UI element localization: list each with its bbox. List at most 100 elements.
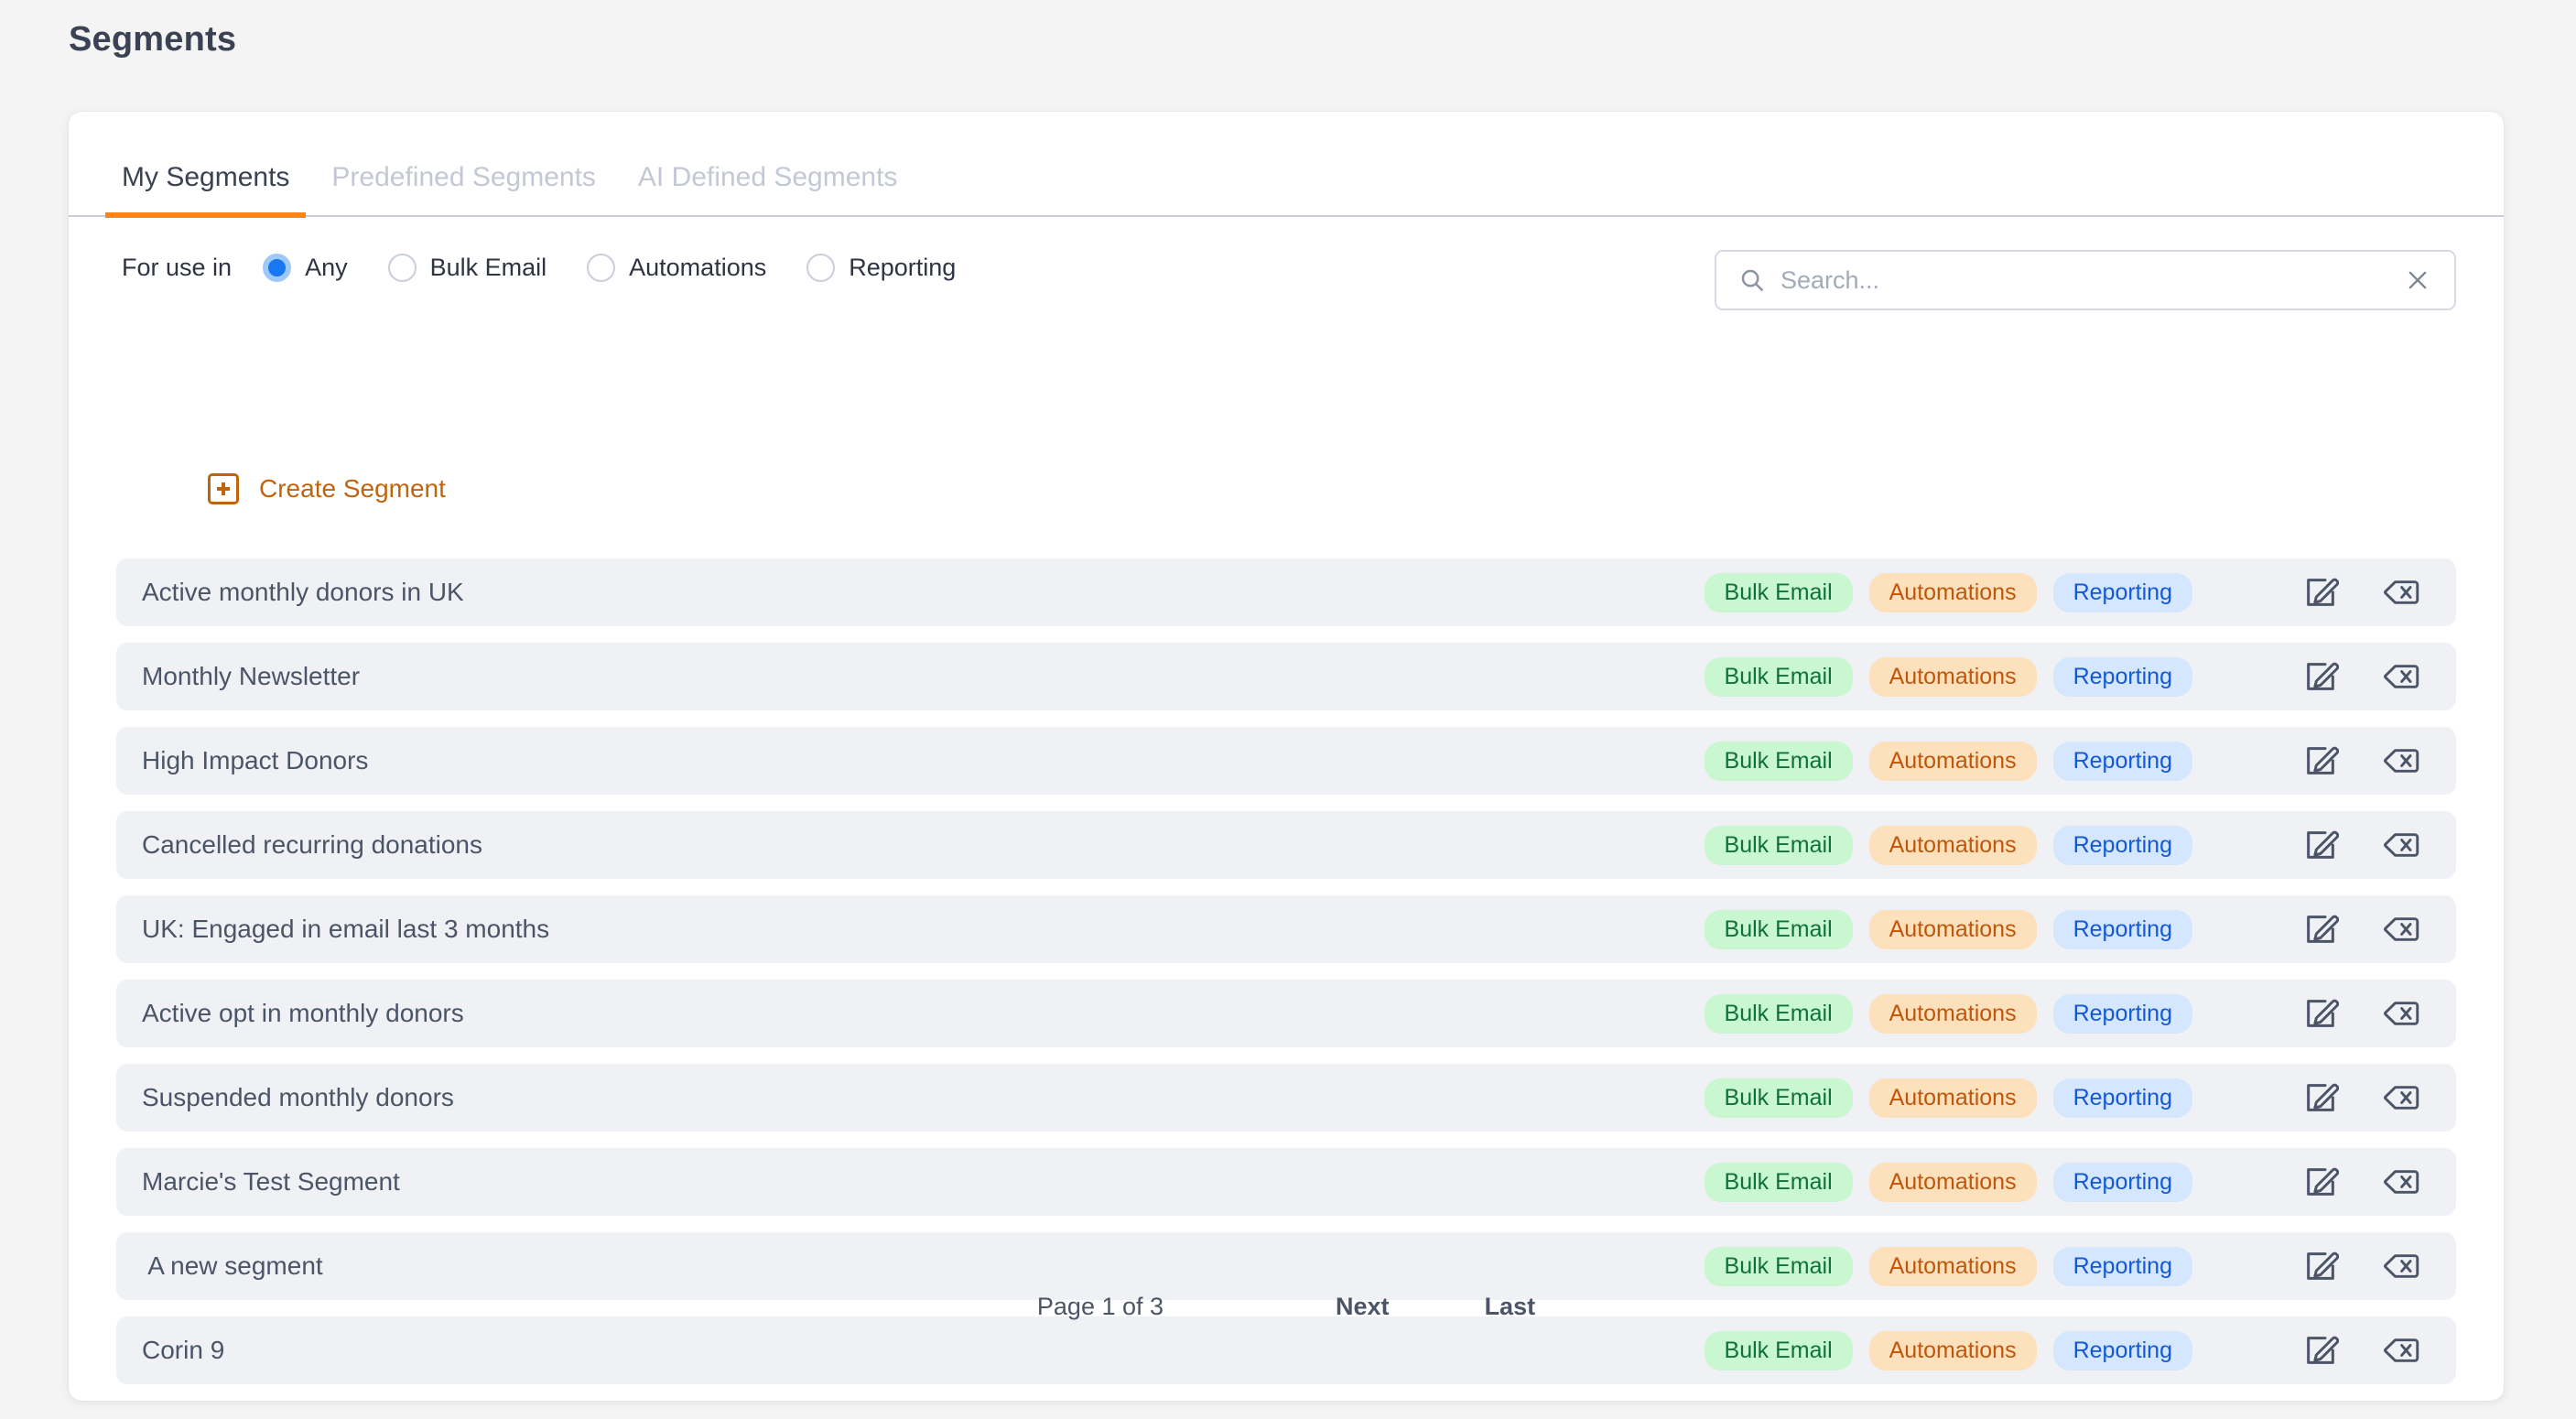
segment-tag-group: Bulk Email Automations Reporting [1705, 1247, 2209, 1286]
segment-name: Active monthly donors in UK [142, 578, 1705, 607]
table-row[interactable]: Corin 9Bulk Email Automations Reporting [116, 1316, 2456, 1384]
backspace-delete-icon[interactable] [2377, 653, 2425, 700]
create-segment-button[interactable]: Create Segment [208, 473, 446, 504]
radio-dot-icon [388, 254, 417, 282]
tag-bulk-email: Bulk Email [1705, 910, 1853, 949]
tag-reporting: Reporting [2053, 910, 2192, 949]
tag-reporting: Reporting [2053, 742, 2192, 781]
edit-pencil-icon[interactable] [2297, 653, 2344, 700]
segment-name: Suspended monthly donors [142, 1083, 1705, 1112]
table-row[interactable]: UK: Engaged in email last 3 monthsBulk E… [116, 895, 2456, 963]
radio-dot-icon [806, 254, 835, 282]
pagination-next-button[interactable]: Next [1336, 1293, 1390, 1321]
radio-option-automations-label: Automations [629, 254, 766, 282]
plus-square-icon [208, 473, 239, 504]
tag-reporting: Reporting [2053, 657, 2192, 697]
backspace-delete-icon[interactable] [2377, 737, 2425, 785]
tag-bulk-email: Bulk Email [1705, 1163, 1853, 1202]
row-actions [2264, 653, 2425, 700]
segment-name: A new segment [142, 1251, 1705, 1281]
for-use-in-radio-group: Any Bulk Email Automations Reporting [263, 254, 996, 282]
backspace-delete-icon[interactable] [2377, 1074, 2425, 1121]
table-row[interactable]: Cancelled recurring donationsBulk EmailA… [116, 811, 2456, 879]
tag-automations: Automations [1869, 1247, 2037, 1286]
tab-bar: My Segments Predefined Segments AI Defin… [69, 112, 2504, 217]
segment-tag-group: Bulk Email Automations Reporting [1705, 1078, 2209, 1118]
edit-pencil-icon[interactable] [2297, 990, 2344, 1037]
tag-bulk-email: Bulk Email [1705, 994, 1853, 1034]
table-row[interactable]: Marcie's Test SegmentBulk EmailAutomatio… [116, 1148, 2456, 1216]
radio-dot-icon [263, 254, 291, 282]
tag-automations: Automations [1869, 1331, 2037, 1370]
tag-reporting: Reporting [2053, 1331, 2192, 1370]
radio-option-automations[interactable]: Automations [587, 254, 766, 282]
radio-option-reporting-label: Reporting [849, 254, 956, 282]
segments-list: Active monthly donors in UK Bulk Email Aut… [116, 558, 2456, 1401]
tag-reporting: Reporting [2053, 1247, 2192, 1286]
segment-name: High Impact Donors [142, 746, 1705, 775]
pagination-last-button[interactable]: Last [1485, 1293, 1536, 1321]
edit-pencil-icon[interactable] [2297, 821, 2344, 869]
tag-automations: Automations [1869, 910, 2037, 949]
segment-name: Cancelled recurring donations [142, 830, 1705, 860]
edit-pencil-icon[interactable] [2297, 905, 2344, 953]
search-input[interactable] [1780, 266, 2405, 295]
tag-bulk-email: Bulk Email [1705, 657, 1853, 697]
tag-bulk-email: Bulk Email [1705, 1247, 1853, 1286]
segments-card: My Segments Predefined Segments AI Defin… [69, 112, 2504, 1401]
segment-tag-group: Bulk EmailAutomationsReporting [1705, 657, 2209, 697]
tag-automations: Automations [1869, 573, 2037, 612]
row-actions [2264, 905, 2425, 953]
radio-option-any-label: Any [305, 254, 348, 282]
tab-my-segments-label: My Segments [122, 162, 289, 192]
radio-option-bulk-email-label: Bulk Email [430, 254, 547, 282]
tag-bulk-email: Bulk Email [1705, 1331, 1853, 1370]
row-actions [2264, 569, 2425, 616]
tag-bulk-email: Bulk Email [1705, 1078, 1853, 1118]
segment-tag-group: Bulk EmailAutomationsReporting [1705, 826, 2209, 865]
search-box[interactable] [1715, 250, 2456, 310]
row-actions [2264, 990, 2425, 1037]
page-info: Page 1 of 3 [1037, 1293, 1164, 1321]
backspace-delete-icon[interactable] [2377, 905, 2425, 953]
backspace-delete-icon[interactable] [2377, 1327, 2425, 1374]
edit-pencil-icon[interactable] [2297, 1158, 2344, 1206]
segments-page: Segments My Segments Predefined Segments… [0, 0, 2576, 1419]
backspace-delete-icon[interactable] [2377, 1158, 2425, 1206]
tag-reporting: Reporting [2053, 1163, 2192, 1202]
table-row[interactable]: Monthly NewsletterBulk EmailAutomationsR… [116, 643, 2456, 710]
backspace-delete-icon[interactable] [2377, 821, 2425, 869]
segment-name: Corin 9 [142, 1336, 1705, 1365]
radio-option-bulk-email[interactable]: Bulk Email [388, 254, 547, 282]
create-segment-label: Create Segment [259, 474, 446, 504]
table-row[interactable]: High Impact DonorsBulk EmailAutomationsR… [116, 727, 2456, 795]
edit-pencil-icon[interactable] [2297, 1327, 2344, 1374]
row-actions [2264, 821, 2425, 869]
tab-predefined-segments-label: Predefined Segments [331, 162, 596, 192]
segment-tag-group: Bulk EmailAutomationsReporting [1705, 994, 2209, 1034]
edit-pencil-icon[interactable] [2297, 1242, 2344, 1290]
segment-tag-group: Bulk EmailAutomationsReporting [1705, 573, 2209, 612]
search-icon [1738, 266, 1766, 294]
tab-ai-defined-segments[interactable]: AI Defined Segments [622, 162, 915, 215]
segment-tag-group: Bulk Email Automations Reporting [1705, 1331, 2209, 1370]
tag-automations: Automations [1869, 1078, 2037, 1118]
row-actions [2264, 737, 2425, 785]
filter-row: For use in Any Bulk Email Automations Re… [69, 217, 2504, 318]
tab-my-segments[interactable]: My Segments [105, 162, 306, 215]
edit-pencil-icon[interactable] [2297, 1074, 2344, 1121]
close-icon[interactable] [2405, 267, 2430, 293]
edit-pencil-icon[interactable] [2297, 737, 2344, 785]
edit-pencil-icon[interactable] [2297, 569, 2344, 616]
table-row[interactable]: Suspended monthly donorsBulk Email Automa… [116, 1064, 2456, 1132]
backspace-delete-icon[interactable] [2377, 569, 2425, 616]
table-row[interactable]: Active opt in monthly donorsBulk EmailAu… [116, 980, 2456, 1047]
tab-predefined-segments[interactable]: Predefined Segments [315, 162, 612, 215]
backspace-delete-icon[interactable] [2377, 1242, 2425, 1290]
backspace-delete-icon[interactable] [2377, 990, 2425, 1037]
tag-reporting: Reporting [2053, 1078, 2192, 1118]
radio-option-reporting[interactable]: Reporting [806, 254, 956, 282]
radio-option-any[interactable]: Any [263, 254, 348, 282]
table-row[interactable]: Active monthly donors in UKBulk EmailAut… [116, 558, 2456, 626]
table-row[interactable]: A new segmentBulk Email Automations Report… [116, 1232, 2456, 1300]
